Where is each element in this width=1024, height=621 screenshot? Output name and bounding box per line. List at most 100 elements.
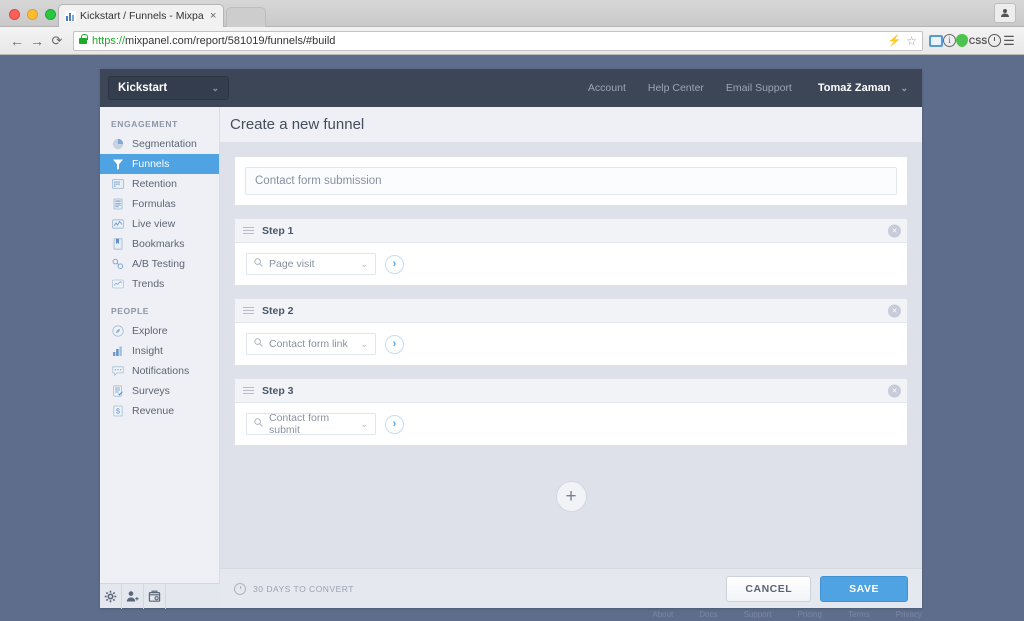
remove-step-button[interactable]: × [888, 384, 901, 397]
reload-button[interactable]: ⟳ [47, 33, 67, 49]
lightning-icon[interactable]: ⚡ [888, 34, 902, 47]
step-next-button[interactable]: › [385, 334, 404, 354]
step-label: Step 1 [262, 224, 294, 237]
bookmark-star-icon[interactable]: ☆ [906, 34, 917, 48]
user-menu[interactable]: Tomaž Zaman ⌄ [818, 82, 908, 94]
convert-window[interactable]: 30 DAYS TO CONVERT [234, 582, 354, 595]
sidebar-item-label: Formulas [132, 198, 176, 210]
step-next-button[interactable]: › [385, 254, 404, 274]
balloon-extension-icon[interactable] [956, 34, 968, 47]
new-tab-button[interactable] [226, 7, 266, 27]
step-header: Step 3 × [235, 379, 907, 403]
sidebar-item-notifications[interactable]: Notifications [100, 361, 219, 381]
web-page: Kickstart ⌄ Account Help Center Email Su… [0, 56, 1024, 621]
sidebar-item-segmentation[interactable]: Segmentation [100, 134, 219, 154]
remove-step-button[interactable]: × [888, 224, 901, 237]
event-select[interactable]: Contact form submit ⌄ [246, 412, 376, 436]
add-step-button[interactable]: + [555, 481, 587, 512]
maximize-window-button[interactable] [45, 9, 56, 20]
info-extension-icon[interactable]: i [943, 34, 956, 47]
minimize-window-button[interactable] [27, 9, 38, 20]
close-window-button[interactable] [9, 9, 20, 20]
app-header: Kickstart ⌄ Account Help Center Email Su… [100, 69, 922, 107]
sidebar-item-formulas[interactable]: Formulas [100, 194, 219, 214]
footer-link-support[interactable]: Support [744, 610, 772, 619]
step-body: Page visit ⌄ › [235, 243, 907, 285]
step-next-button[interactable]: › [385, 414, 404, 434]
browser-menu-icon[interactable]: ☰ [1001, 33, 1017, 49]
person-icon [1001, 9, 1009, 17]
chevron-down-icon: ⌄ [360, 418, 368, 429]
project-selector[interactable]: Kickstart ⌄ [108, 76, 229, 100]
bookmark-icon [111, 238, 124, 251]
event-name: Contact form submit [269, 412, 330, 436]
sidebar-item-surveys[interactable]: Surveys [100, 381, 219, 401]
data-archive-icon[interactable] [144, 583, 166, 609]
css-extension-icon[interactable]: CSS [968, 36, 988, 46]
step-body: Contact form submit ⌄ › [235, 403, 907, 445]
sidebar-item-label: Trends [132, 278, 165, 290]
sidebar-item-retention[interactable]: Retention [100, 174, 219, 194]
browser-profile-button[interactable] [994, 3, 1016, 23]
sidebar-section-people-label: PEOPLE [111, 306, 150, 316]
sidebar-item-insight[interactable]: Insight [100, 341, 219, 361]
search-icon [254, 258, 263, 270]
save-button[interactable]: SAVE [820, 575, 908, 602]
convert-window-label: 30 DAYS TO CONVERT [253, 583, 354, 594]
chevron-down-icon: ⌄ [360, 338, 368, 349]
forward-button[interactable]: → [27, 33, 47, 49]
footer-link-about[interactable]: About [652, 610, 673, 619]
sidebar-item-label: Live view [132, 218, 176, 230]
back-button[interactable]: ← [7, 33, 27, 49]
event-select[interactable]: Contact form link ⌄ [246, 333, 376, 355]
url-scheme: https:// [92, 34, 126, 47]
screenshot-extension-icon[interactable] [929, 34, 943, 47]
drag-handle-icon[interactable] [243, 225, 254, 236]
drag-handle-icon[interactable] [243, 385, 254, 396]
footer-link-docs[interactable]: Docs [699, 610, 717, 619]
header-link-help-center[interactable]: Help Center [648, 82, 704, 94]
insight-icon [111, 345, 124, 358]
sidebar-item-label: Revenue [132, 405, 175, 417]
remove-step-button[interactable]: × [888, 304, 901, 317]
sidebar-item-revenue[interactable]: $ Revenue [100, 401, 219, 421]
sidebar-item-label: Bookmarks [132, 238, 185, 250]
sidebar-item-funnels[interactable]: Funnels [100, 154, 219, 174]
sidebar-item-explore[interactable]: Explore [100, 321, 219, 341]
formula-icon [111, 198, 124, 211]
browser-tab[interactable]: Kickstart / Funnels - Mixpa × [58, 4, 224, 27]
sidebar-item-ab-testing[interactable]: A/B Testing [100, 254, 219, 274]
sidebar-footer [100, 583, 220, 609]
step-header: Step 2 × [235, 299, 907, 323]
cancel-button[interactable]: CANCEL [726, 575, 812, 602]
gear-icon[interactable] [100, 583, 122, 609]
ab-testing-icon [111, 258, 124, 271]
footer-link-privacy[interactable]: Privacy [896, 610, 922, 619]
footer-link-terms[interactable]: Terms [848, 610, 870, 619]
address-bar[interactable]: https:// mixpanel.com/report/581019/funn… [73, 30, 923, 51]
sidebar-item-label: Surveys [132, 385, 170, 397]
funnel-name-input[interactable] [245, 167, 897, 195]
sidebar-item-live-view[interactable]: Live view [100, 214, 219, 234]
action-buttons: CANCEL SAVE [726, 575, 908, 602]
browser-tab-bar: Kickstart / Funnels - Mixpa × [0, 0, 1024, 27]
funnel-step-3: Step 3 × Contact form submit ⌄ › [234, 378, 908, 446]
header-link-email-support[interactable]: Email Support [726, 82, 792, 94]
sidebar-section-engagement-label: ENGAGEMENT [111, 119, 178, 129]
omnibox-actions: ⚡ ☆ [888, 34, 917, 48]
svg-text:$: $ [116, 409, 120, 416]
tab-close-icon[interactable]: × [206, 10, 216, 22]
sidebar-item-bookmarks[interactable]: Bookmarks [100, 234, 219, 254]
clock-extension-icon[interactable] [988, 34, 1001, 47]
browser-toolbar: ← → ⟳ https:// mixpanel.com/report/58101… [0, 3, 1024, 55]
project-name: Kickstart [118, 82, 168, 94]
ssl-lock-icon [79, 33, 88, 44]
drag-handle-icon[interactable] [243, 305, 254, 316]
sidebar-item-trends[interactable]: Trends [100, 274, 219, 294]
footer-link-pricing[interactable]: Pricing [798, 610, 822, 619]
add-user-icon[interactable] [122, 583, 144, 609]
event-select[interactable]: Page visit ⌄ [246, 253, 376, 275]
mixpanel-favicon-icon [65, 10, 76, 22]
header-link-account[interactable]: Account [588, 82, 626, 94]
search-icon [254, 418, 263, 430]
